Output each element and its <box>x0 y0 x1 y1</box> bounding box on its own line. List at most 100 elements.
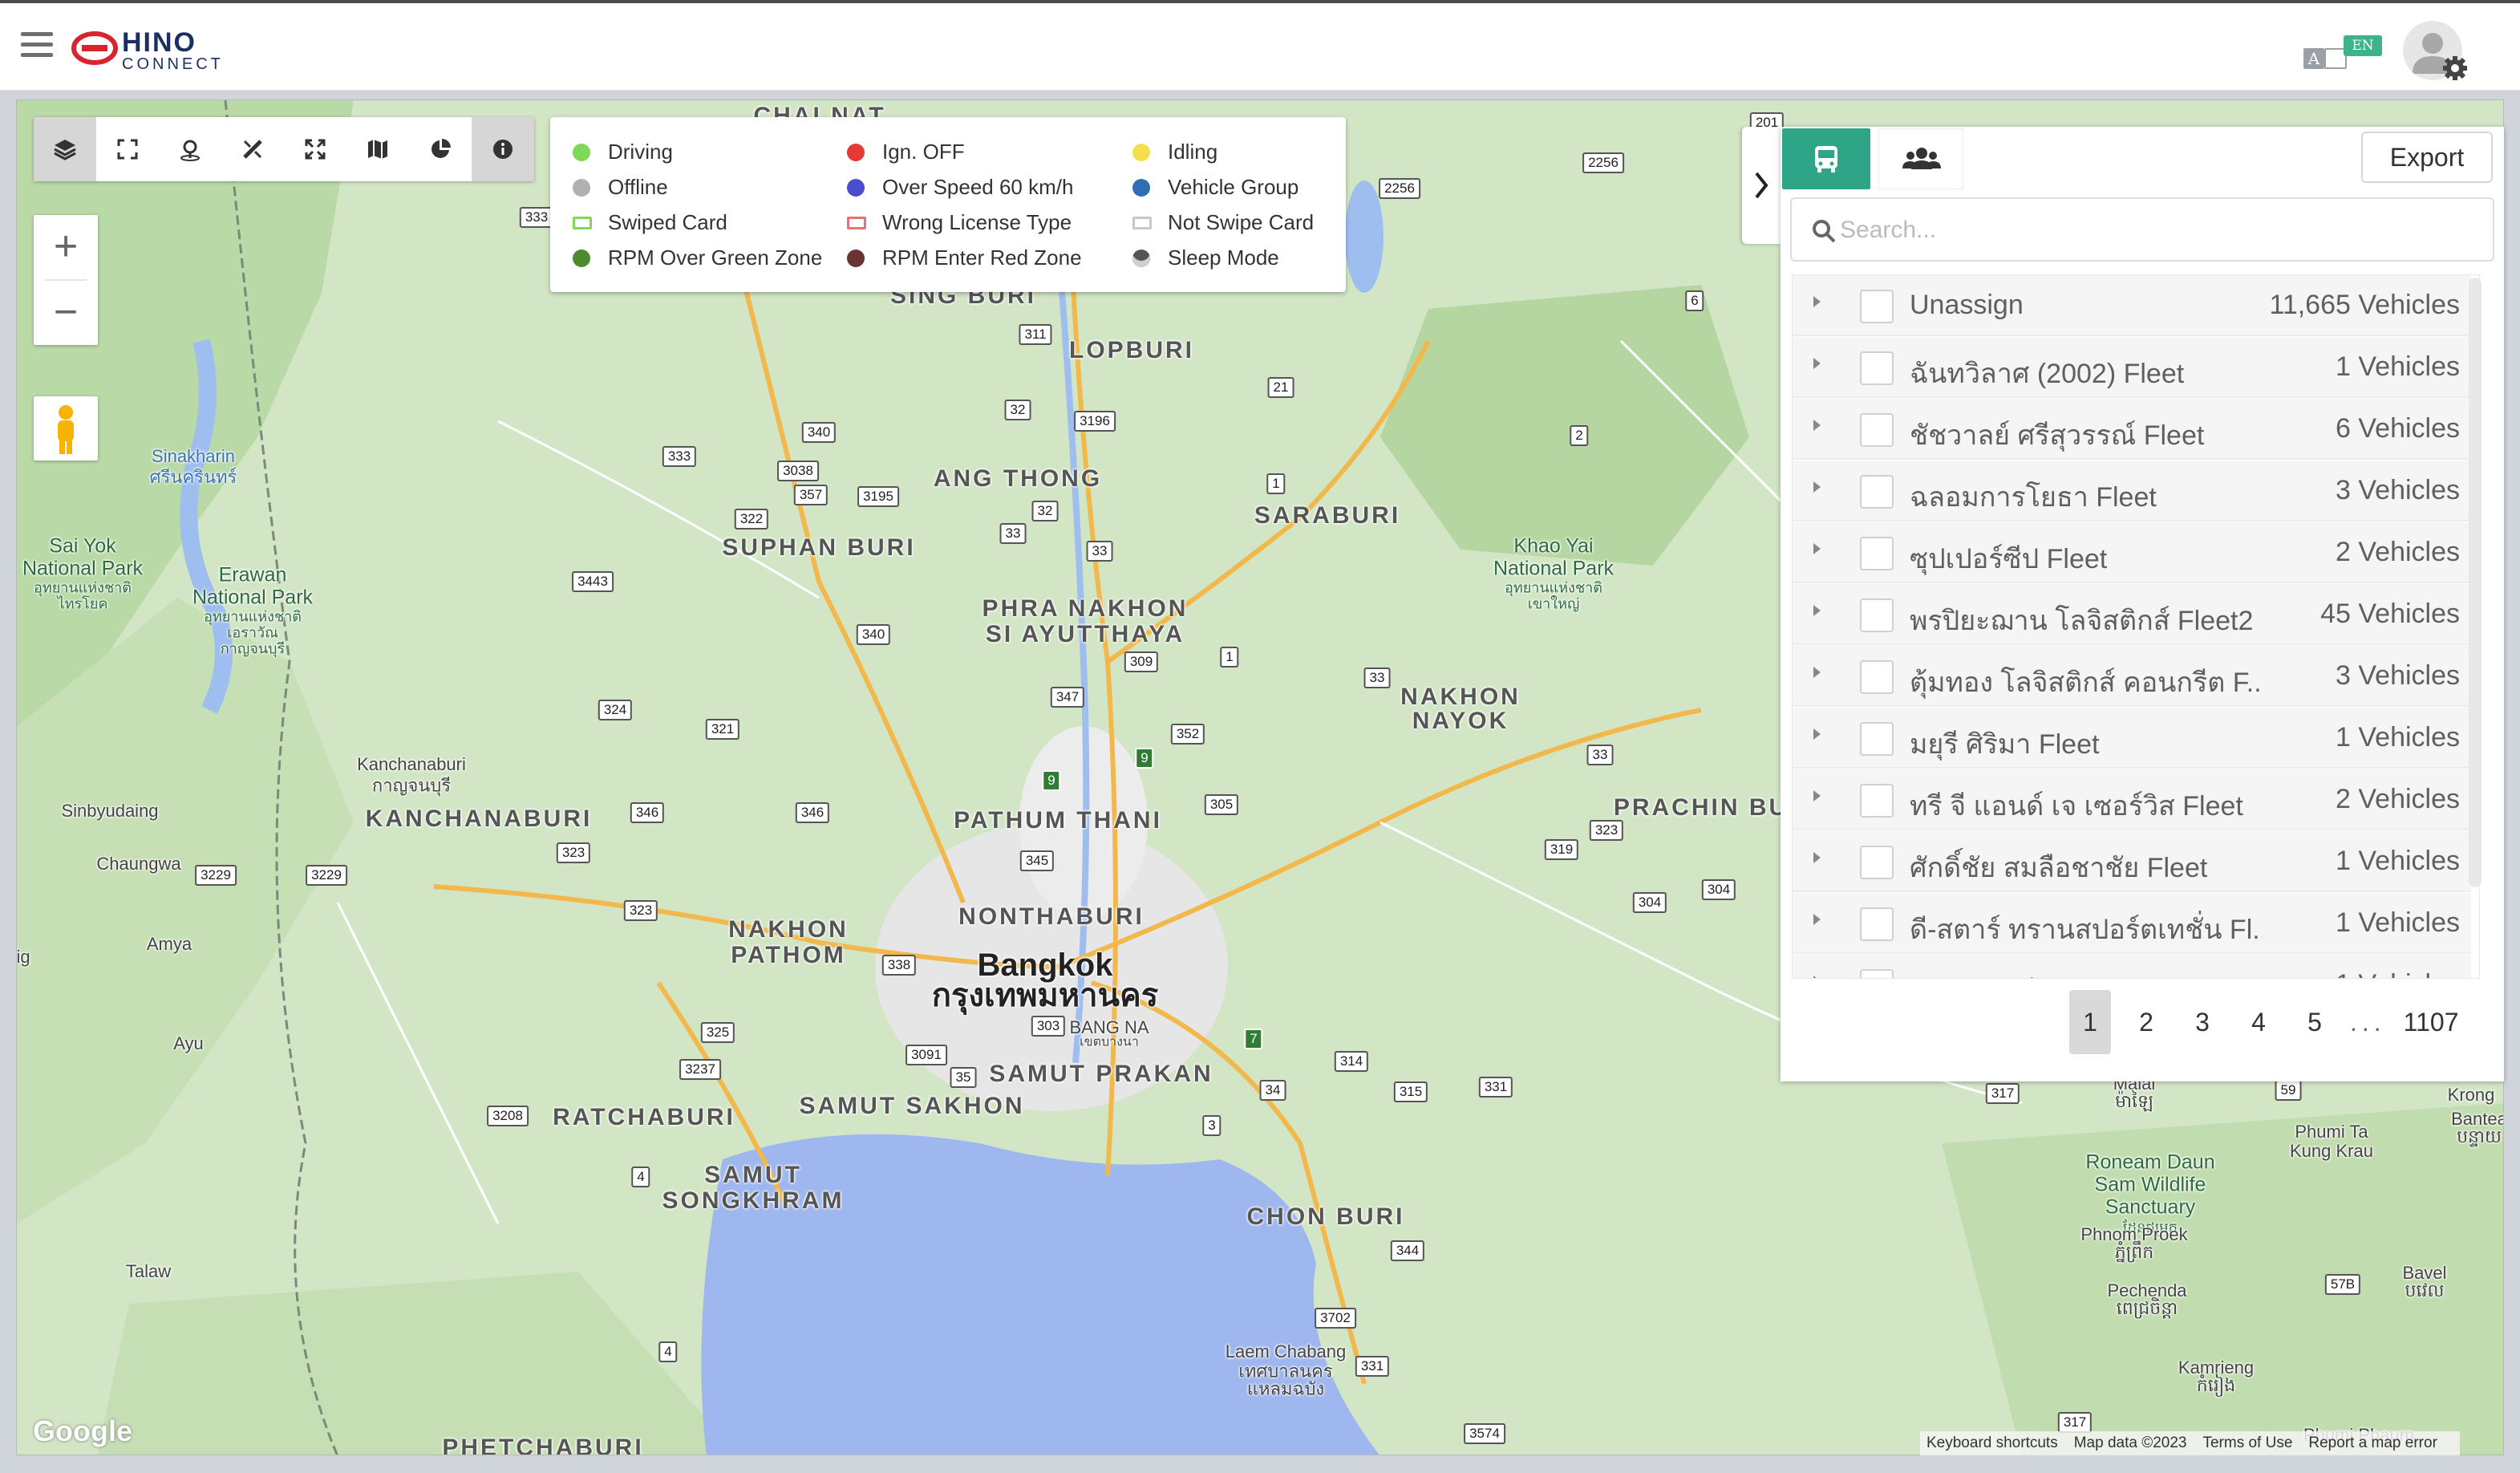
fleet-checkbox[interactable] <box>1860 722 1894 756</box>
settings-gear-icon[interactable] <box>2441 55 2469 82</box>
road-shield: 331 <box>1355 1356 1390 1377</box>
export-button[interactable]: Export <box>2361 132 2493 183</box>
fleet-checkbox[interactable] <box>1860 475 1894 509</box>
hino-connect-logo[interactable]: HINO CONNECT <box>71 24 279 74</box>
users-icon <box>1902 148 1941 169</box>
road-shield: 352 <box>1170 724 1205 745</box>
road-shield: 325 <box>700 1022 735 1043</box>
map-label-roneam-2: Sam Wildlife <box>2094 1173 2206 1196</box>
road-shield: 319 <box>1544 839 1579 860</box>
zoom-in-button[interactable]: + <box>34 215 98 279</box>
fleet-name: ชัชวาลย์ ศรีสุวรรณ์ Fleet <box>1910 420 2205 451</box>
map-label-erawan-2: National Park <box>192 586 314 609</box>
legend-swatch-icon <box>573 143 590 161</box>
list-scrollbar[interactable] <box>2469 278 2482 887</box>
fleet-name: ฉลอมการโยธา Fleet <box>1910 482 2157 513</box>
map-type-tool-button[interactable] <box>346 117 409 181</box>
keyboard-shortcuts-link[interactable]: Keyboard shortcuts <box>1926 1434 2058 1452</box>
map-label-krong: Krong <box>2447 1085 2495 1105</box>
street-view-pegman[interactable] <box>34 396 98 461</box>
map-label-sinbyudaing: Sinbyudaing <box>61 801 159 821</box>
fleet-vehicle-count: 1 Vehicles <box>2336 969 2460 978</box>
fleet-row[interactable]: ตุ้มทอง โลจิสติกส์ คอนกรีต F... 3 Vehicle… <box>1793 646 2471 707</box>
map-label-sinakharin: Sinakharin <box>152 446 235 466</box>
legend-label: Idling <box>1168 140 1218 164</box>
expand-caret-icon[interactable] <box>1813 296 1821 307</box>
fleet-checkbox[interactable] <box>1860 907 1894 941</box>
location-tool-button[interactable] <box>159 117 221 181</box>
fleet-name: ดี-สตาร์ ทรานสปอร์ตเทชั่น Fl... <box>1910 915 2263 945</box>
tab-vehicles[interactable] <box>1782 128 1870 189</box>
expand-caret-icon[interactable] <box>1813 481 1821 493</box>
legend-label: RPM Over Green Zone <box>608 246 823 270</box>
expand-caret-icon[interactable] <box>1813 667 1821 678</box>
expand-caret-icon[interactable] <box>1813 420 1821 431</box>
fleet-vehicle-count: 3 Vehicles <box>2336 660 2460 691</box>
fit-bounds-tool-button[interactable] <box>284 117 346 181</box>
road-shield: 346 <box>630 802 665 823</box>
fleet-row[interactable]: ชัชวาลย์ ศรีสุวรรณ์ Fleet 6 Vehicles <box>1793 399 2471 460</box>
fleet-row[interactable]: Unassign 11,665 Vehicles <box>1793 275 2471 336</box>
fleet-row[interactable]: ฉันทวิลาศ (2002) Fleet 1 Vehicles <box>1793 337 2471 398</box>
terms-of-use-link[interactable]: Terms of Use <box>2202 1434 2292 1452</box>
legend-item: Swiped Card <box>573 210 727 235</box>
hamburger-menu-icon[interactable] <box>21 32 53 61</box>
expand-caret-icon[interactable] <box>1813 358 1821 369</box>
expand-caret-icon[interactable] <box>1813 790 1821 801</box>
road-shield: 33 <box>1586 745 1614 765</box>
expand-caret-icon[interactable] <box>1813 605 1821 616</box>
fleet-row[interactable]: ทรี จี แอนด์ เจ เซอร์วิส Fleet 2 Vehicles <box>1793 769 2471 830</box>
fleet-row[interactable]: สิบ ลอนดรีย Fleet 1 Vehicles <box>1793 955 2471 978</box>
page-button[interactable]: 3 <box>2182 990 2223 1054</box>
page-button[interactable]: 2 <box>2125 990 2167 1054</box>
measure-tool-button[interactable] <box>221 117 284 181</box>
road-shield: 338 <box>881 955 917 976</box>
search-input[interactable] <box>1840 207 2482 254</box>
fleet-row[interactable]: ฉลอมการโยธา Fleet 3 Vehicles <box>1793 461 2471 521</box>
measure-tools-icon <box>243 140 262 159</box>
page-button[interactable]: 5 <box>2294 990 2336 1054</box>
expand-caret-icon[interactable] <box>1813 728 1821 740</box>
fullscreen-tool-button[interactable] <box>96 117 159 181</box>
page-button[interactable]: 4 <box>2238 990 2279 1054</box>
info-tool-button[interactable] <box>472 117 534 181</box>
map-label-amya: Amya <box>146 934 192 954</box>
expand-caret-icon[interactable] <box>1813 852 1821 863</box>
expand-caret-icon[interactable] <box>1813 914 1821 925</box>
legend-item: Offline <box>573 175 668 200</box>
chart-tool-button[interactable] <box>409 117 472 181</box>
expand-caret-icon[interactable] <box>1813 976 1821 978</box>
fleet-row[interactable]: ดี-สตาร์ ทรานสปอร์ตเทชั่น Fl... 1 Vehicle… <box>1793 893 2471 954</box>
fleet-row[interactable]: มยุรี ศิริมา Fleet 1 Vehicles <box>1793 708 2471 769</box>
page-button-last[interactable]: 1107 <box>2400 990 2462 1054</box>
fleet-vehicle-count: 2 Vehicles <box>2336 537 2460 567</box>
fleet-row[interactable]: พรปิยะฌาน โลจิสติกส์ Fleet2 45 Vehicles <box>1793 584 2471 645</box>
report-map-error-link[interactable]: Report a map error <box>2308 1434 2437 1452</box>
fleet-checkbox[interactable] <box>1860 660 1894 694</box>
fleet-checkbox[interactable] <box>1860 969 1894 978</box>
road-shield: 324 <box>598 700 633 720</box>
road-shield: 2256 <box>1379 178 1420 199</box>
fleet-checkbox[interactable] <box>1860 290 1894 323</box>
fleet-row[interactable]: ซุปเปอร์ซีป Fleet 2 Vehicles <box>1793 522 2471 583</box>
map-label-roneam-3: Sanctuary <box>2105 1195 2196 1219</box>
fleet-checkbox[interactable] <box>1860 537 1894 570</box>
zoom-out-button[interactable]: − <box>34 281 98 345</box>
page-button[interactable]: 1 <box>2069 990 2111 1054</box>
expand-caret-icon[interactable] <box>1813 543 1821 554</box>
layers-tool-button[interactable] <box>34 117 96 181</box>
map-label-phnom-proek-th: ភ្នំព្រឹក <box>2114 1242 2154 1262</box>
fleet-checkbox[interactable] <box>1860 846 1894 879</box>
fleet-checkbox[interactable] <box>1860 599 1894 632</box>
road-shield: 3229 <box>306 865 347 886</box>
map-label-phumi-ta-1: Phumi Ta <box>2295 1122 2368 1142</box>
road-shield: 32 <box>1031 501 1059 521</box>
fleet-checkbox[interactable] <box>1860 413 1894 447</box>
fleet-row[interactable]: ศักดิ์ชัย สมลือชาชัย Fleet 1 Vehicles <box>1793 831 2471 892</box>
fleet-checkbox[interactable] <box>1860 351 1894 385</box>
tab-drivers[interactable] <box>1878 128 1963 189</box>
road-shield: 317 <box>1985 1083 2020 1104</box>
fleet-checkbox[interactable] <box>1860 784 1894 818</box>
language-switch-button[interactable]: A EN <box>2299 35 2382 75</box>
panel-collapse-button[interactable] <box>1742 127 1781 244</box>
